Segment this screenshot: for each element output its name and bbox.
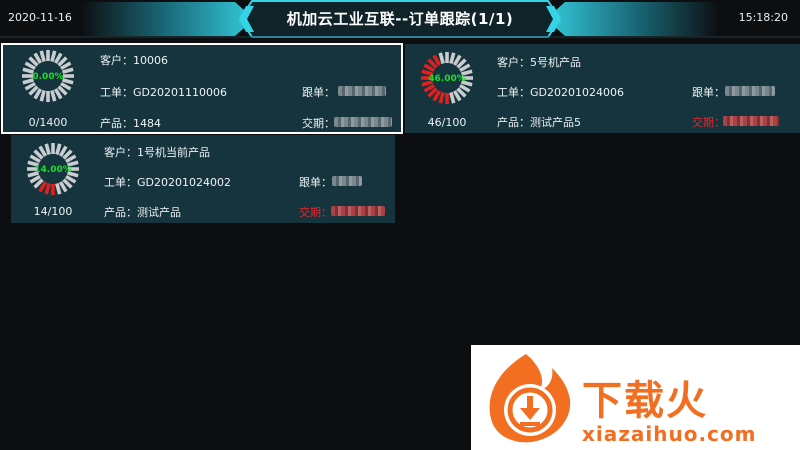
product-field: 产品：测试产品5 (497, 116, 581, 129)
customer-field: 客户：1号机当前产品 (104, 146, 210, 159)
customer-field: 客户：10006 (100, 54, 168, 67)
watermark-logo (489, 354, 571, 443)
due-label: 交期： (299, 206, 332, 219)
due-value-blurred (334, 117, 392, 127)
gauge-segment (55, 143, 62, 155)
due-label: 交期： (302, 117, 335, 130)
follow-value-blurred (338, 86, 386, 96)
order-card-2[interactable]: 46.00% 46/100 客户：5号机产品 工单：GD20201024006 … (405, 44, 800, 133)
progress-percent: 0.00% (32, 72, 64, 82)
progress-count: 14/100 (33, 205, 73, 218)
follow-label: 跟单： (299, 176, 332, 189)
product-field: 产品：测试产品 (104, 206, 181, 219)
gauge-segment (449, 52, 456, 64)
page-title: 机加云工业互联--订单跟踪(1/1) (286, 10, 514, 28)
gauge-segment (438, 52, 445, 64)
order-card-3[interactable]: 14.00% 14/100 客户：1号机当前产品 工单：GD2020102400… (11, 135, 395, 223)
work-order-field: 工单：GD20201024002 (104, 176, 231, 189)
work-order-field: 工单：GD20201024006 (497, 86, 624, 99)
progress-percent: 14.00% (34, 165, 72, 175)
gauge-segment (50, 50, 57, 62)
progress-percent: 46.00% (428, 74, 466, 84)
gauge-segment (55, 183, 62, 195)
follow-value-blurred (332, 176, 362, 186)
progress-count: 46/100 (427, 116, 467, 129)
gauge-segment (449, 92, 456, 104)
gauge-segment (438, 92, 445, 104)
gauge-segment (44, 143, 51, 155)
order-card-1[interactable]: 0.00% 0/1400 客户：10006 工单：GD20201110006 产… (1, 43, 403, 134)
follow-value-blurred (725, 86, 775, 96)
gauge-segment (39, 50, 46, 62)
product-field: 产品：1484 (100, 117, 161, 130)
due-value-blurred (723, 116, 779, 126)
work-order-field: 工单：GD20201110006 (100, 86, 227, 99)
gauge-segment (39, 90, 46, 102)
watermark-url: xiazaihuo.com (582, 422, 757, 446)
due-label: 交期： (692, 116, 725, 129)
gauge-segment (50, 90, 57, 102)
due-value-blurred (331, 206, 385, 216)
customer-field: 客户：5号机产品 (497, 56, 581, 69)
progress-count: 0/1400 (28, 116, 68, 129)
follow-label: 跟单： (692, 86, 725, 99)
current-time: 15:18:20 (738, 11, 788, 24)
gauge-segment (44, 183, 51, 195)
watermark-brand: 下载火 (582, 378, 708, 424)
follow-label: 跟单： (302, 86, 335, 99)
header-bar: 2020-11-16 机加云工业互联--订单跟踪(1/1) 15:18:20 (0, 0, 800, 38)
